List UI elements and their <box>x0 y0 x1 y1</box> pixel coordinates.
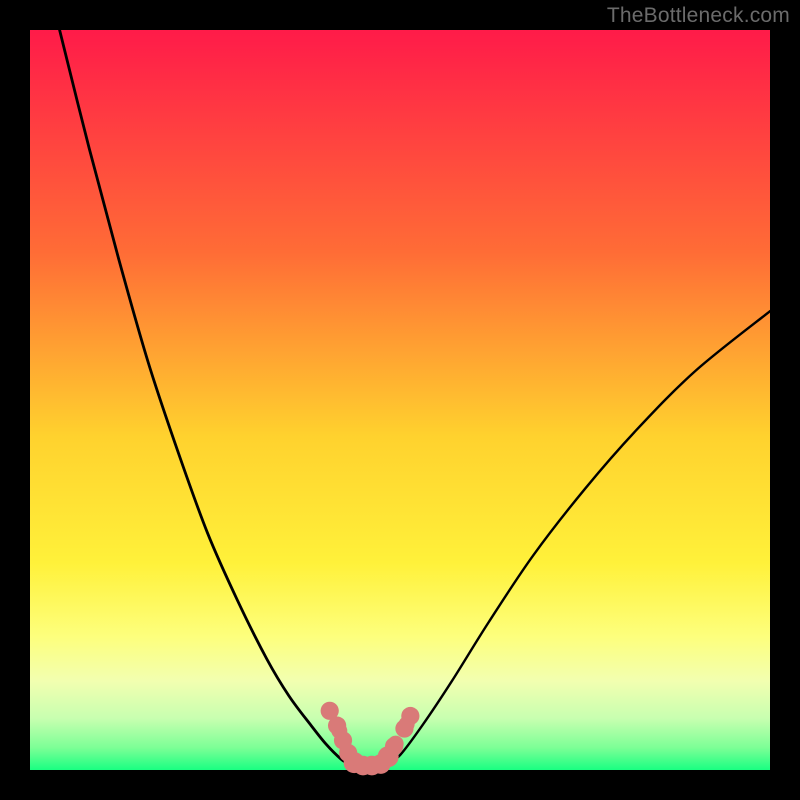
marker-dot <box>385 737 403 755</box>
bottleneck-chart <box>0 0 800 800</box>
chart-frame: TheBottleneck.com <box>0 0 800 800</box>
marker-dot <box>401 707 419 725</box>
plot-background <box>30 30 770 770</box>
watermark-text: TheBottleneck.com <box>607 4 790 28</box>
